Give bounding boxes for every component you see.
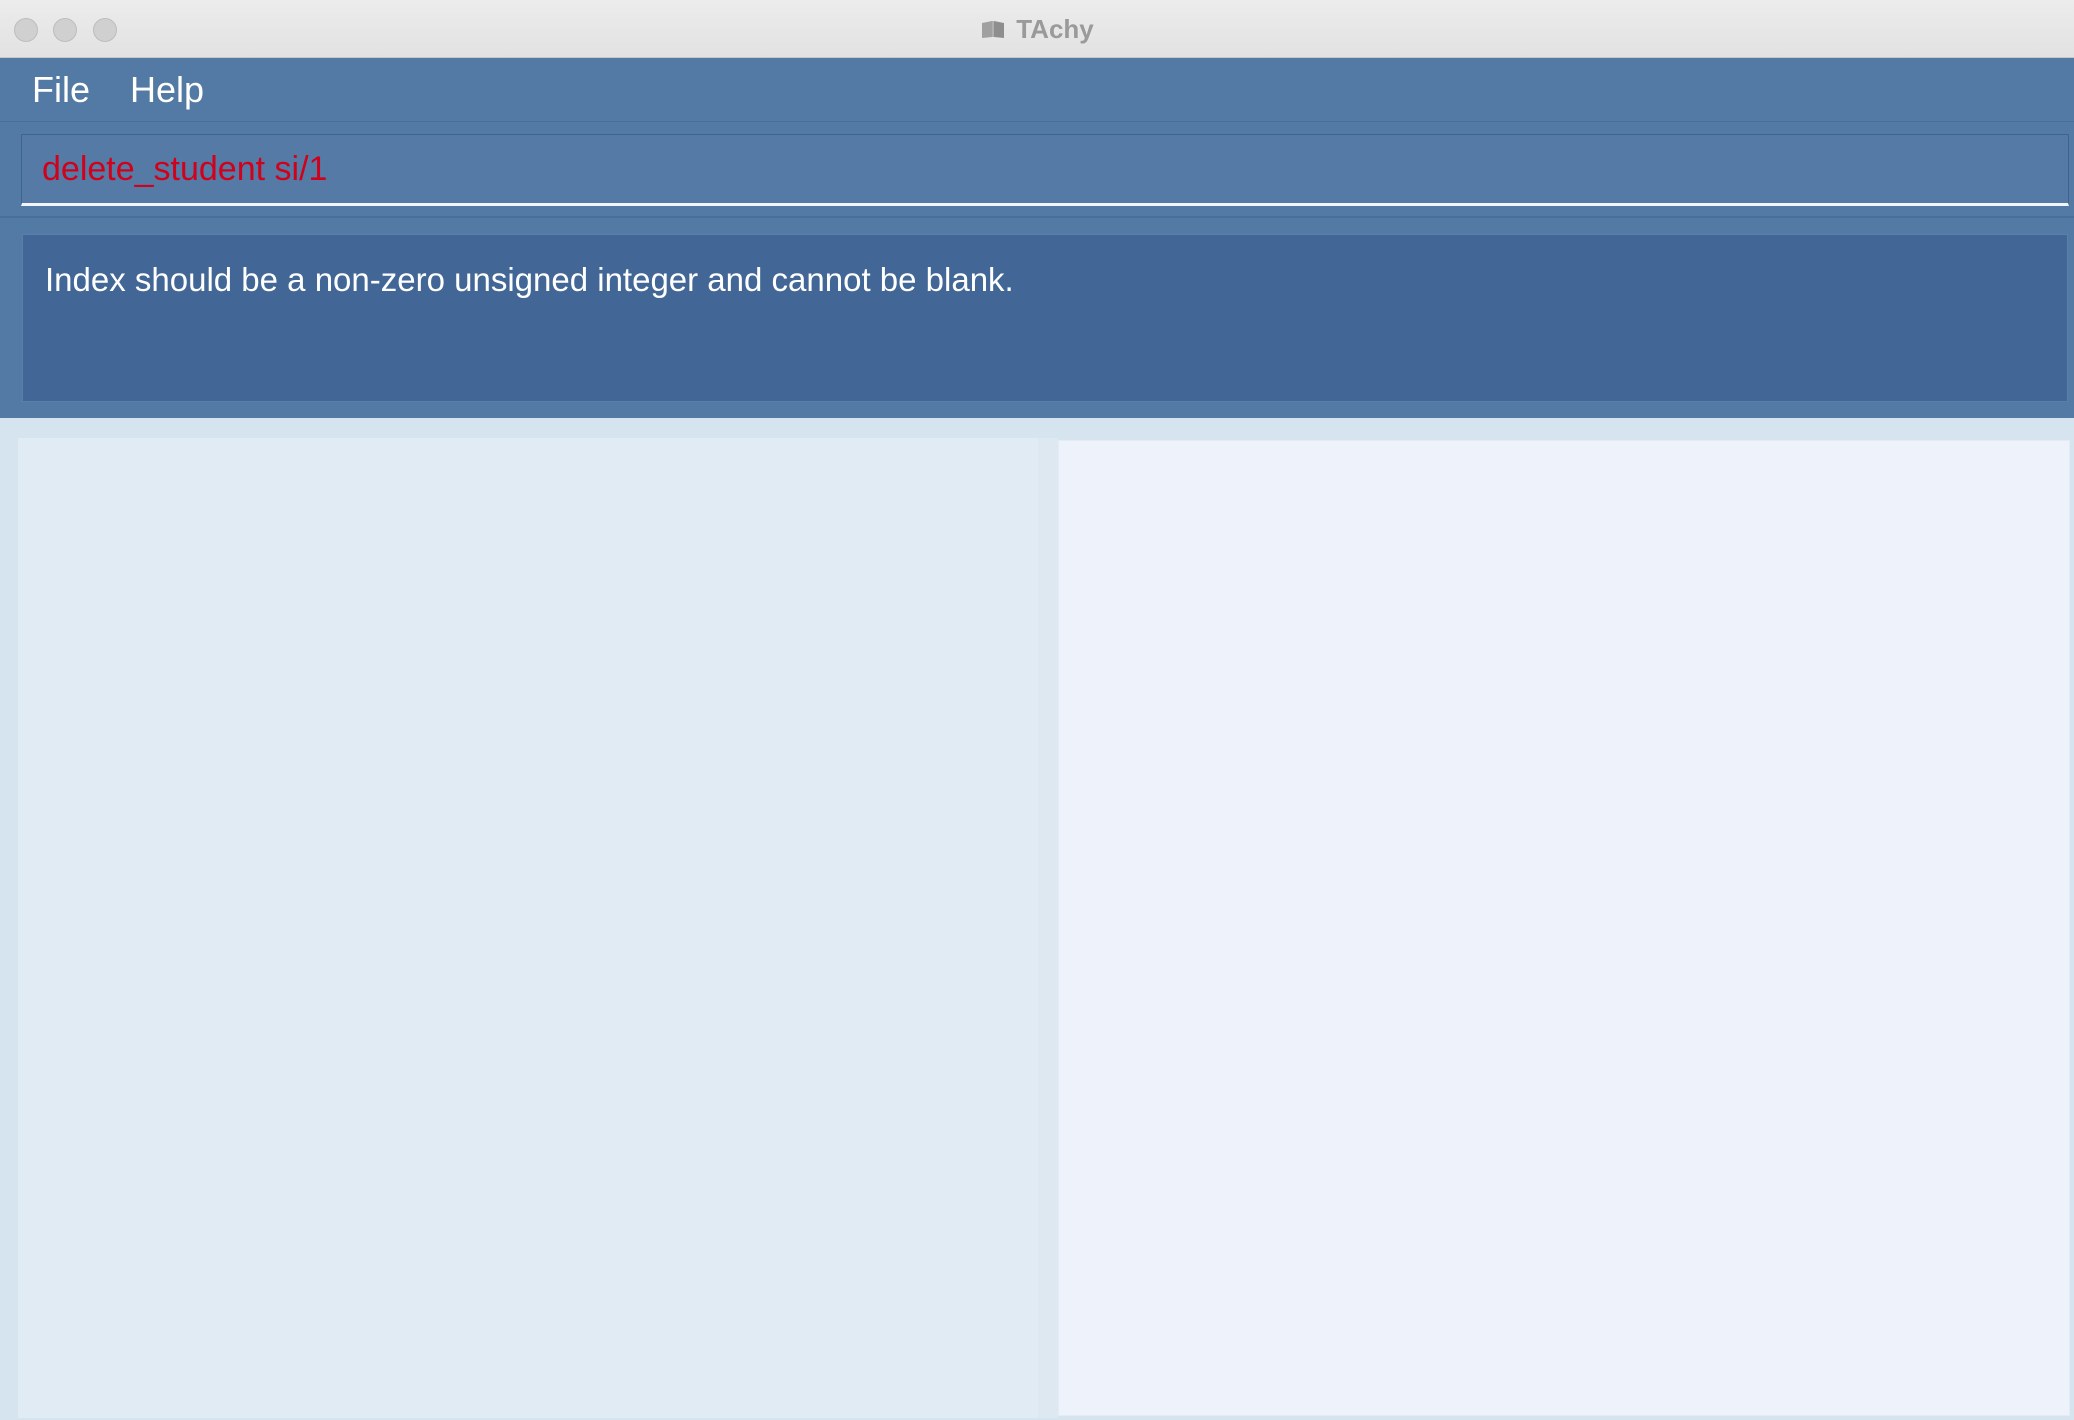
list-panel-left[interactable] bbox=[18, 438, 1039, 1418]
book-icon bbox=[980, 19, 1006, 39]
list-panel-right[interactable] bbox=[1058, 440, 2070, 1416]
menu-file[interactable]: File bbox=[32, 69, 90, 111]
menu-help[interactable]: Help bbox=[130, 69, 204, 111]
title-bar[interactable]: TAchy bbox=[0, 0, 2074, 58]
split-pane-divider[interactable] bbox=[1038, 438, 1058, 1418]
result-message: Index should be a non-zero unsigned inte… bbox=[45, 261, 1014, 298]
result-display[interactable]: Index should be a non-zero unsigned inte… bbox=[22, 234, 2068, 402]
app-window: TAchy File Help Index should be a non-ze… bbox=[0, 0, 2074, 1420]
command-box-container bbox=[0, 122, 2074, 218]
main-panels bbox=[0, 418, 2074, 1420]
menu-bar: File Help bbox=[0, 58, 2074, 122]
result-display-container: Index should be a non-zero unsigned inte… bbox=[0, 218, 2074, 418]
window-title: TAchy bbox=[1016, 13, 1094, 44]
command-input[interactable] bbox=[21, 134, 2069, 206]
window-title-group: TAchy bbox=[0, 0, 2074, 58]
